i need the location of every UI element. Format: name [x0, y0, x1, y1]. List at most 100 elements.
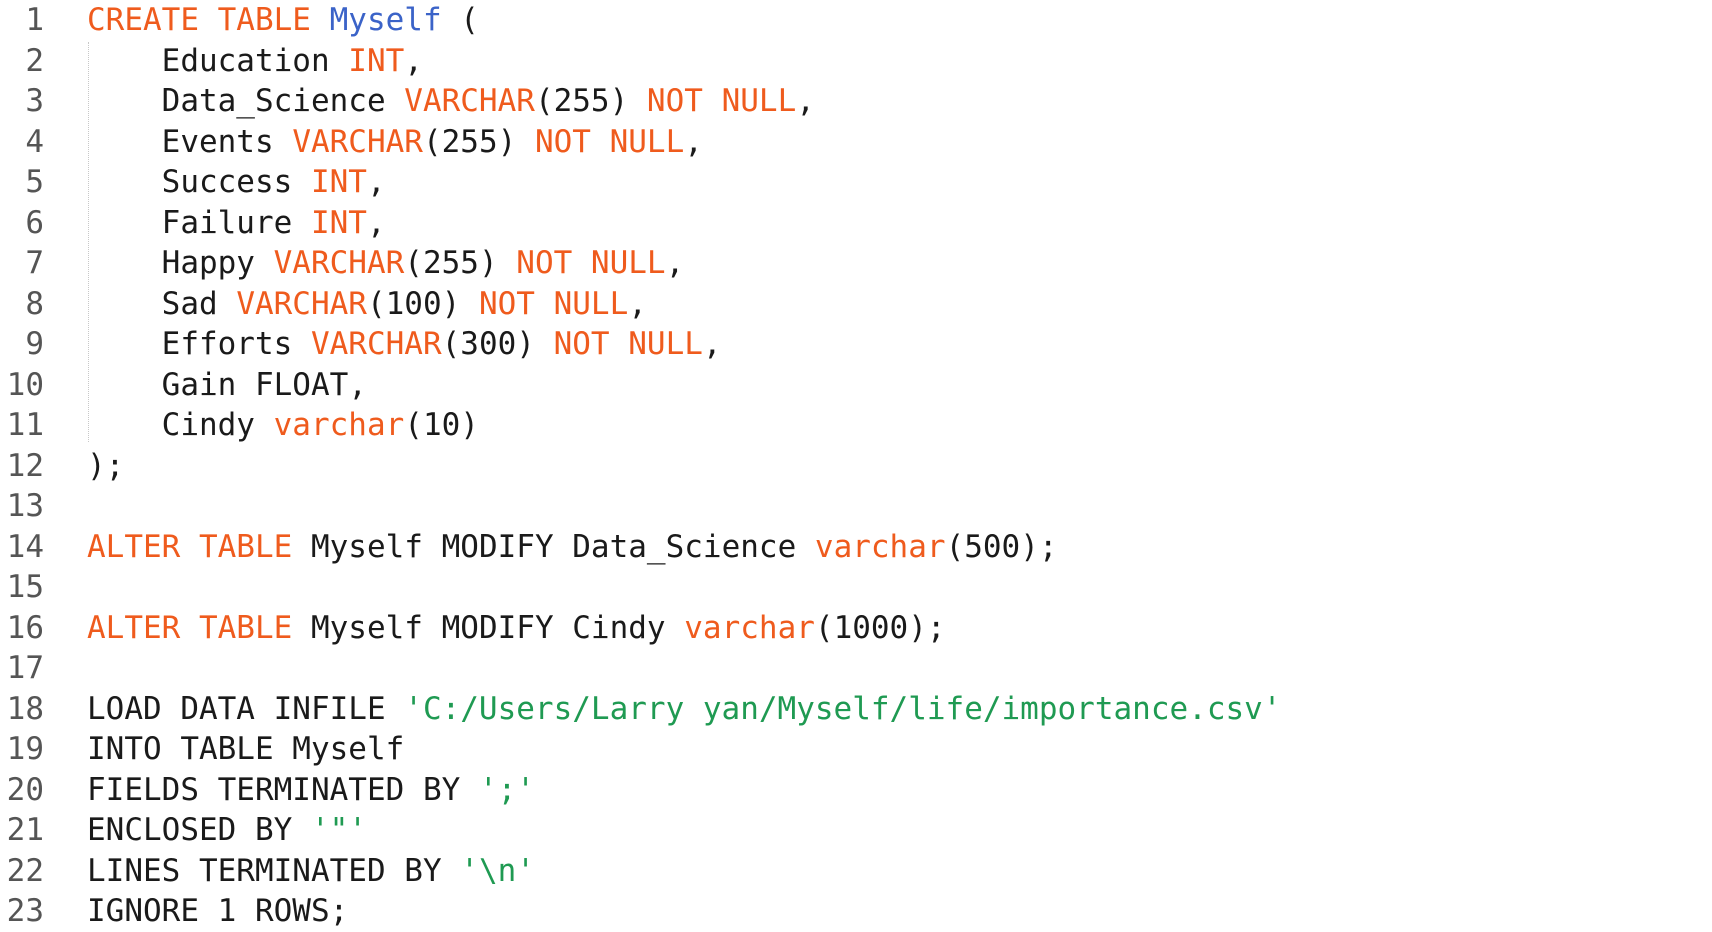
keyword-token: INT	[348, 42, 405, 79]
code-token: (500);	[945, 528, 1058, 565]
code-line[interactable]: 20 FIELDS TERMINATED BY ';'	[0, 770, 1712, 811]
code-line[interactable]: 13	[0, 486, 1712, 527]
line-number: 1	[25, 2, 44, 38]
keyword-token: VARCHAR	[404, 83, 535, 119]
line-number: 4	[25, 123, 44, 160]
code-token: IGNORE 1 ROWS;	[87, 893, 349, 929]
code-line[interactable]: 16 ALTER TABLE Myself MODIFY Cindy varcha…	[0, 608, 1712, 649]
code-token: (300)	[441, 326, 554, 362]
code-token: (255)	[422, 123, 535, 160]
code-token: Events	[87, 123, 293, 160]
code-line[interactable]: 18 LOAD DATA INFILE 'C:/Users/Larry yan/M…	[0, 689, 1712, 730]
code-line[interactable]: 4 Events VARCHAR(255) NOT NULL,	[0, 122, 1712, 163]
keyword-token: NOT NULL	[534, 123, 685, 160]
code-token: Education	[87, 42, 349, 79]
code-line[interactable]: 2 Education INT,	[0, 41, 1712, 82]
line-code: Happy VARCHAR(255) NOT NULL,	[87, 243, 685, 284]
code-editor[interactable]: 1 CREATE TABLE Myself (2 Education INT, 3 …	[0, 0, 1712, 929]
string-literal-token: '"'	[310, 812, 367, 848]
keyword-token: CREATE TABLE	[87, 2, 311, 38]
code-token: Happy	[87, 245, 274, 281]
code-token: ,	[702, 326, 722, 362]
code-token: FIELDS TERMINATED BY	[87, 771, 479, 808]
line-number: 22	[6, 852, 44, 889]
code-token: Data_Science	[87, 83, 405, 119]
line-code: IGNORE 1 ROWS;	[87, 891, 348, 932]
code-line[interactable]: 12);	[0, 446, 1712, 487]
code-line[interactable]: 7 Happy VARCHAR(255) NOT NULL,	[0, 243, 1712, 284]
line-code: INTO TABLE Myself	[87, 729, 404, 770]
line-number: 6	[25, 204, 44, 241]
line-code: );	[87, 446, 124, 487]
code-line[interactable]: 6 Failure INT,	[0, 203, 1712, 244]
keyword-token: varchar	[814, 528, 946, 565]
line-number: 10	[6, 366, 44, 403]
line-code: Efforts VARCHAR(300) NOT NULL,	[87, 324, 722, 365]
keyword-token: NOT NULL	[646, 83, 797, 119]
code-token: LINES TERMINATED BY	[87, 852, 461, 889]
line-code: Success INT,	[87, 162, 386, 203]
code-token: Efforts	[87, 326, 311, 362]
code-token: (255)	[404, 245, 517, 281]
line-number: 11	[6, 407, 44, 443]
keyword-token: varchar	[684, 609, 815, 646]
code-token: INTO TABLE Myself	[87, 731, 405, 767]
line-code: Gain FLOAT,	[87, 365, 367, 406]
code-line[interactable]: 22 LINES TERMINATED BY '\n'	[0, 851, 1712, 892]
keyword-token: VARCHAR	[273, 245, 405, 281]
code-token: Success	[87, 164, 311, 200]
line-code: Failure INT,	[87, 203, 386, 244]
line-code: FIELDS TERMINATED BY ';'	[87, 770, 535, 811]
code-line[interactable]: 11 Cindy varchar(10)	[0, 405, 1712, 446]
keyword-token: NOT NULL	[553, 326, 703, 362]
code-token: ,	[366, 164, 386, 200]
code-line[interactable]: 1 CREATE TABLE Myself (	[0, 0, 1712, 41]
code-line[interactable]: 8 Sad VARCHAR(100) NOT NULL,	[0, 284, 1712, 325]
line-code: Education INT,	[87, 41, 423, 82]
keyword-token: VARCHAR	[292, 123, 423, 160]
code-token: ,	[404, 42, 423, 79]
line-code: CREATE TABLE Myself (	[87, 0, 479, 41]
line-number: 14	[6, 528, 44, 565]
code-line[interactable]: 10 Gain FLOAT,	[0, 365, 1712, 406]
line-code: ENCLOSED BY '"'	[87, 810, 367, 851]
code-token: Sad	[87, 285, 237, 322]
code-token: ,	[684, 123, 703, 160]
code-token: Myself MODIFY Data_Science	[292, 528, 815, 565]
line-code: ALTER TABLE Myself MODIFY Cindy varchar(…	[87, 608, 946, 649]
code-line[interactable]: 5 Success INT,	[0, 162, 1712, 203]
keyword-token: INT	[310, 164, 367, 200]
keyword-token: ALTER TABLE	[87, 609, 293, 646]
code-line[interactable]: 15	[0, 567, 1712, 608]
code-token: (255)	[534, 83, 647, 119]
line-number: 2	[25, 42, 44, 79]
line-number: 20	[6, 771, 44, 808]
code-line[interactable]: 9 Efforts VARCHAR(300) NOT NULL,	[0, 324, 1712, 365]
code-token: );	[87, 447, 125, 484]
line-number: 15	[6, 569, 44, 605]
code-line[interactable]: 14 ALTER TABLE Myself MODIFY Data_Science…	[0, 527, 1712, 568]
line-number: 21	[6, 812, 44, 848]
keyword-token: ALTER TABLE	[87, 528, 293, 565]
line-number: 3	[25, 83, 44, 119]
line-number: 17	[6, 650, 44, 686]
code-line[interactable]: 3 Data_Science VARCHAR(255) NOT NULL,	[0, 81, 1712, 122]
line-number: 8	[25, 285, 44, 322]
keyword-token: INT	[310, 204, 367, 241]
line-code: Sad VARCHAR(100) NOT NULL,	[87, 284, 647, 325]
code-line[interactable]: 19 INTO TABLE Myself	[0, 729, 1712, 770]
code-token: (100)	[366, 285, 479, 322]
code-line[interactable]: 21 ENCLOSED BY '"'	[0, 810, 1712, 851]
line-number: 5	[25, 164, 44, 200]
code-line[interactable]: 17	[0, 648, 1712, 689]
code-token: ,	[366, 204, 386, 241]
line-code: Cindy varchar(10)	[87, 405, 479, 446]
code-token: (	[441, 2, 479, 38]
code-line[interactable]: 23 IGNORE 1 ROWS;	[0, 891, 1712, 932]
code-token: LOAD DATA INFILE	[87, 690, 405, 727]
code-token: ,	[628, 285, 647, 322]
line-number: 7	[25, 245, 44, 281]
line-code: Events VARCHAR(255) NOT NULL,	[87, 122, 703, 163]
keyword-token: NOT NULL	[516, 245, 666, 281]
keyword-token: VARCHAR	[236, 285, 367, 322]
